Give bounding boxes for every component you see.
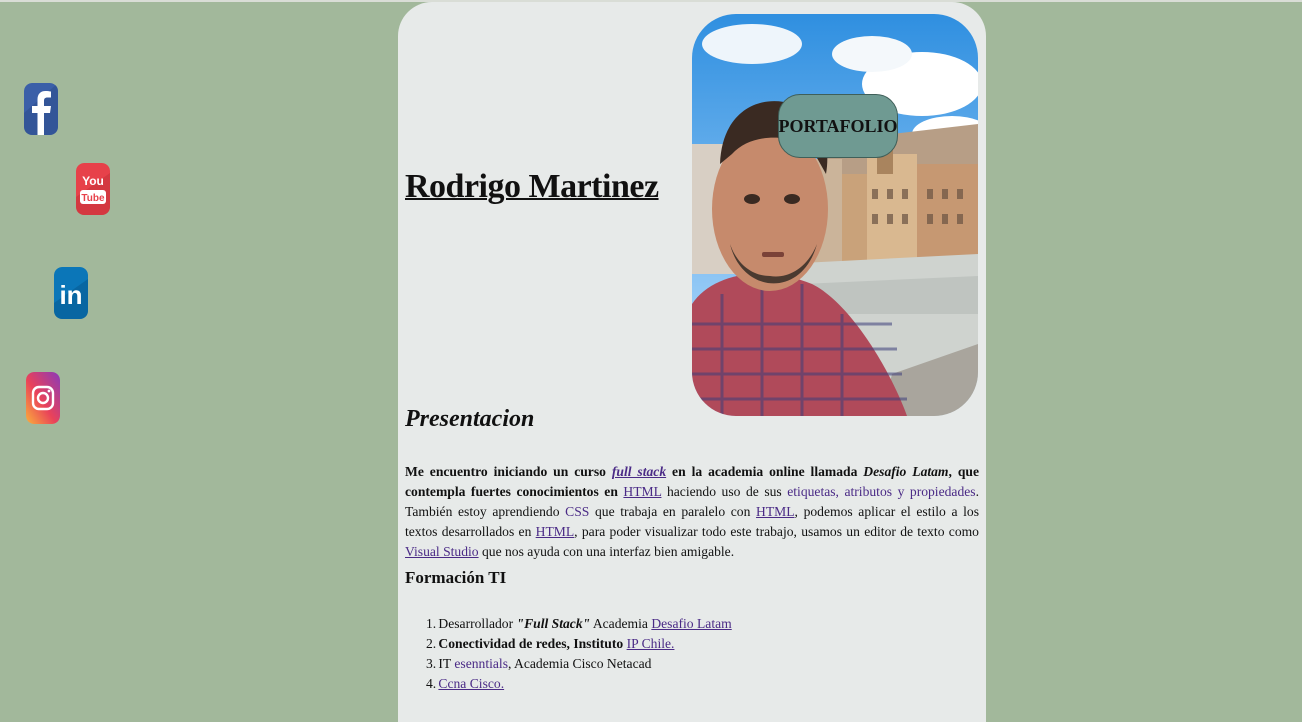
css-keyword: CSS	[565, 504, 590, 519]
formacion-title: Formación TI	[405, 568, 507, 587]
facebook-icon[interactable]	[24, 83, 58, 135]
instagram-icon[interactable]	[26, 372, 60, 424]
formacion-list: 1. Desarrollador "Full Stack" Academia D…	[426, 614, 966, 694]
list-item: 1. Desarrollador "Full Stack" Academia D…	[426, 614, 966, 634]
full-stack-link[interactable]: full stack	[612, 464, 666, 479]
intro-text-8: , para poder visualizar todo este trabaj…	[574, 524, 979, 539]
content-panel: Rodrigo Martinez PORTAFOLIO Presentacion…	[398, 2, 986, 722]
item-emphasis: "Full Stack"	[516, 616, 591, 631]
etiquetas-keyword: etiquetas, atributos y propiedades	[787, 484, 976, 499]
visual-studio-link[interactable]: Visual Studio	[405, 544, 479, 559]
list-number: 4.	[426, 676, 437, 691]
page-title: Rodrigo Martinez	[405, 168, 659, 205]
intro-text-6: que trabaja en paralelo con	[589, 504, 757, 519]
desafio-latam-link[interactable]: Desafio Latam	[651, 616, 731, 631]
html-link-1[interactable]: HTML	[623, 484, 661, 499]
intro-text-1: Me encuentro iniciando un curso	[405, 464, 612, 479]
html-link-2[interactable]: HTML	[756, 504, 795, 519]
intro-text-2: en la academia online llamada	[666, 464, 864, 479]
item-text: Academia	[590, 616, 652, 631]
html-link-3[interactable]: HTML	[536, 524, 575, 539]
list-item: 3. IT esenntials, Academia Cisco Netacad	[426, 654, 966, 674]
presentation-text: Me encuentro iniciando un curso full sta…	[405, 462, 979, 562]
list-item: 4. Ccna Cisco.	[426, 674, 966, 694]
intro-text-4: haciendo uso de sus	[661, 484, 788, 499]
item-text: Desarrollador	[435, 616, 517, 631]
desafio-latam-text: Desafio Latam	[863, 464, 949, 479]
essentials-text: esenntials	[454, 656, 508, 671]
linkedin-in-text: in	[59, 280, 82, 310]
item-text: Conectividad de redes, Instituto	[435, 636, 627, 651]
presentation-title: Presentacion	[405, 406, 535, 432]
youtube-tube-text: Tube	[81, 193, 105, 204]
list-number: 2.	[426, 636, 437, 651]
item-text: IT	[435, 656, 455, 671]
ip-chile-link[interactable]: IP Chile.	[627, 636, 675, 651]
intro-text-9: que nos ayuda con una interfaz bien amig…	[478, 544, 735, 559]
list-number: 3.	[426, 656, 437, 671]
youtube-you-text: You	[82, 174, 104, 188]
linkedin-icon[interactable]: in	[54, 267, 88, 319]
profile-photo	[692, 14, 978, 416]
ccna-cisco-link[interactable]: Ccna Cisco.	[438, 676, 504, 691]
item-text: , Academia Cisco Netacad	[508, 656, 652, 671]
list-item: 2. Conectividad de redes, Instituto IP C…	[426, 634, 966, 654]
youtube-icon[interactable]: You Tube	[76, 163, 110, 215]
portfolio-badge[interactable]: PORTAFOLIO	[778, 94, 898, 158]
list-number: 1.	[426, 616, 437, 631]
